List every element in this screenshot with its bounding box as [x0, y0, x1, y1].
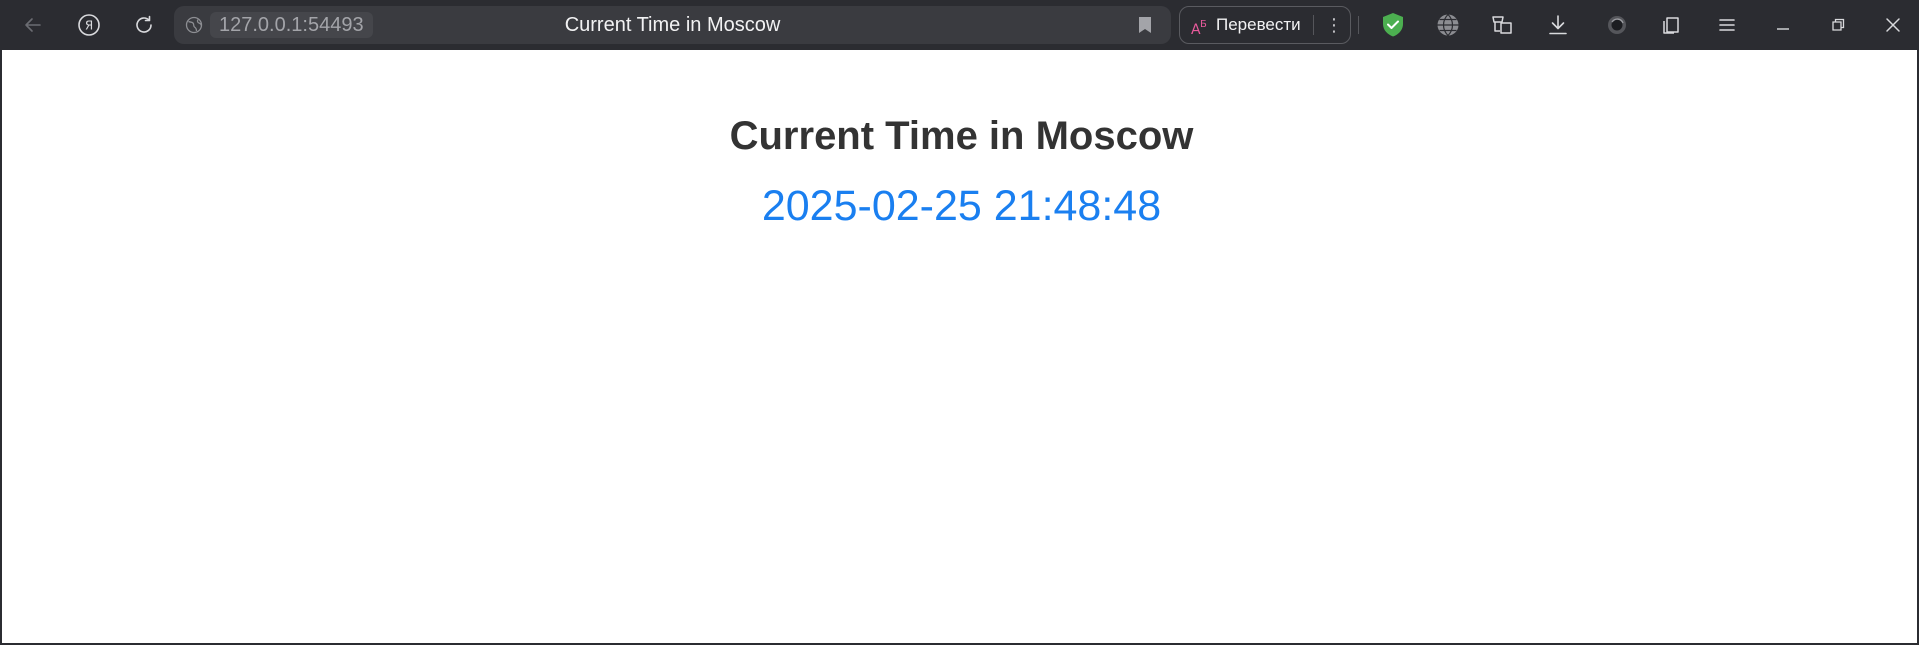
- svg-text:Я: Я: [85, 19, 93, 33]
- back-button[interactable]: [16, 8, 50, 42]
- back-icon: [25, 18, 41, 32]
- translate-label: Перевести: [1216, 15, 1301, 34]
- svg-text:Б: Б: [1200, 19, 1207, 30]
- alice-icon: [1608, 16, 1626, 34]
- yandex-icon: Я: [78, 14, 100, 36]
- current-time: 2025-02-25 21:48:48: [761, 182, 1162, 230]
- minimize-button[interactable]: [1766, 8, 1800, 42]
- url-text[interactable]: 127.0.0.1:54493: [210, 12, 373, 38]
- restore-icon: [1832, 18, 1845, 31]
- yandex-button[interactable]: Я: [72, 8, 106, 42]
- tabs-icon: [1663, 17, 1679, 34]
- vpn-globe-icon: [1437, 14, 1459, 36]
- menu-icon: [1719, 19, 1735, 31]
- collections-button[interactable]: [1486, 8, 1520, 42]
- reload-icon: [136, 15, 152, 33]
- restore-button[interactable]: [1821, 8, 1855, 42]
- translate-button[interactable]: A Б Перевести ⋮: [1179, 6, 1351, 44]
- alice-button[interactable]: [1600, 8, 1634, 42]
- menu-button[interactable]: [1710, 8, 1744, 42]
- reload-button[interactable]: [127, 8, 161, 42]
- toolbar-divider: [1358, 16, 1359, 34]
- close-button[interactable]: [1876, 8, 1910, 42]
- site-info-icon[interactable]: [184, 15, 204, 35]
- browser-window: Я 127.0.0.1:54493 Current Time in Moscow: [0, 0, 1919, 645]
- minimize-icon: [1777, 28, 1789, 30]
- translate-icon: A Б: [1191, 19, 1207, 37]
- address-bar[interactable]: 127.0.0.1:54493 Current Time in Moscow: [174, 6, 1171, 44]
- tabs-button[interactable]: [1654, 8, 1688, 42]
- page-heading: Current Time in Moscow: [729, 114, 1194, 158]
- protect-shield-icon: [1383, 13, 1403, 37]
- downloads-button[interactable]: [1541, 8, 1575, 42]
- translate-separator: [1313, 15, 1314, 35]
- collections-icon: [1492, 16, 1512, 34]
- download-icon: [1549, 15, 1567, 35]
- browser-toolbar: Я 127.0.0.1:54493 Current Time in Moscow: [2, 0, 1919, 50]
- more-icon[interactable]: ⋮: [1322, 7, 1346, 43]
- close-icon: [1886, 18, 1900, 32]
- page-content: Current Time in Moscow 2025-02-25 21:48:…: [2, 50, 1917, 643]
- bookmark-icon[interactable]: [1135, 15, 1155, 35]
- protect-button[interactable]: [1376, 8, 1410, 42]
- vpn-button[interactable]: [1431, 8, 1465, 42]
